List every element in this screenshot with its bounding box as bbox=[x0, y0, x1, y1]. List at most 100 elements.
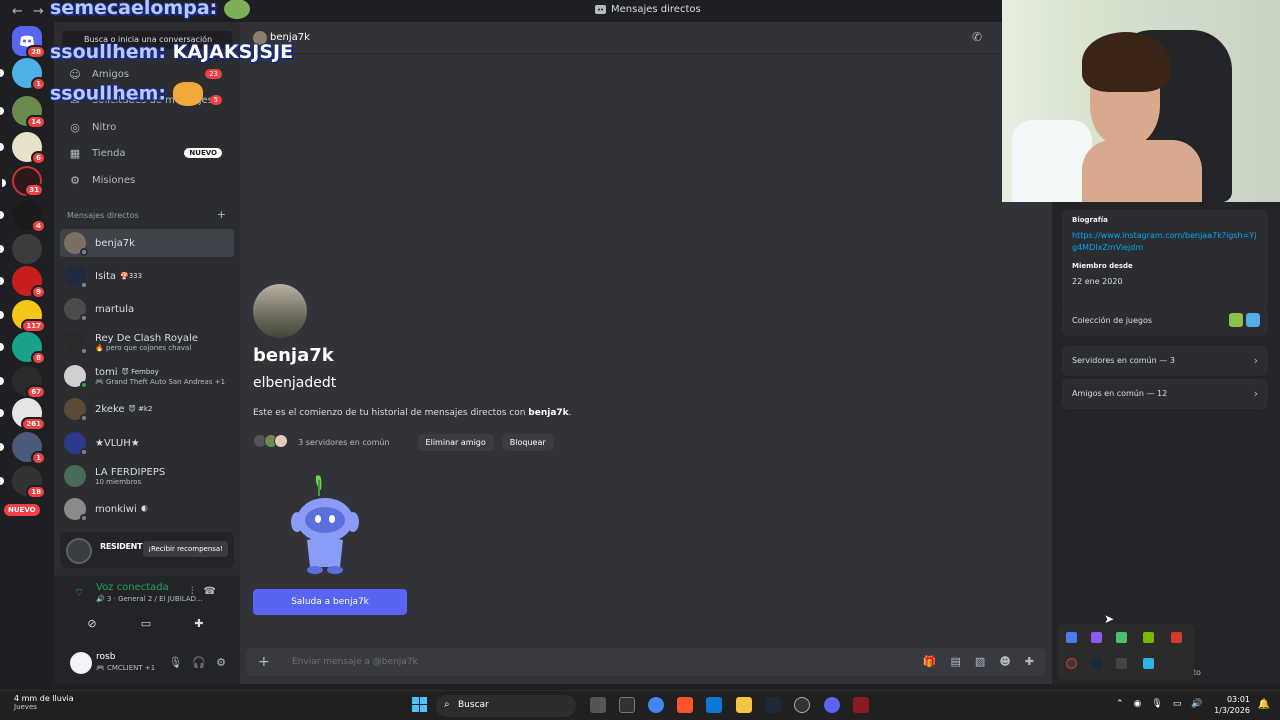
game-collection-row[interactable]: Colección de juegos bbox=[1062, 306, 1268, 336]
clock-time: 03:01 bbox=[1226, 695, 1250, 704]
server-icon[interactable]: 67 bbox=[0, 366, 46, 399]
activities-icon[interactable]: ✚ bbox=[179, 614, 219, 634]
settings-gear-icon[interactable]: ⚙ bbox=[216, 656, 226, 669]
network-icon[interactable]: ◉ bbox=[1134, 699, 1152, 709]
epic-games-icon[interactable] bbox=[619, 697, 635, 713]
nvidia-icon[interactable] bbox=[1143, 632, 1154, 643]
winrar-icon[interactable] bbox=[853, 697, 869, 713]
server-icon[interactable]: 6 bbox=[0, 132, 46, 165]
dm-item[interactable]: benja7k bbox=[60, 229, 234, 257]
chat-main: benja7k ✆ benja7k elbenjadedt Este es el… bbox=[240, 22, 1052, 684]
server-icon[interactable]: 1 bbox=[0, 432, 46, 465]
dm-item[interactable]: Isita 🍄333 bbox=[60, 262, 234, 290]
voice-call-icon[interactable]: ✆ bbox=[972, 30, 982, 44]
nav-quests[interactable]: ⚙ Misiones bbox=[62, 168, 232, 192]
chevron-right-icon: › bbox=[1253, 354, 1258, 367]
chrome-icon[interactable] bbox=[648, 697, 664, 713]
camera-off-icon[interactable]: ⊘ bbox=[72, 614, 112, 634]
monitor-icon[interactable]: ▭ bbox=[1173, 699, 1192, 709]
bio-link[interactable]: https://www.instagram.com/benjaa7k?igsh=… bbox=[1072, 230, 1258, 254]
file-explorer-icon[interactable] bbox=[736, 697, 752, 713]
gif-icon[interactable]: ▤ bbox=[951, 655, 961, 668]
sticker-icon[interactable]: ▧ bbox=[975, 655, 985, 668]
remove-friend-button[interactable]: Eliminar amigo bbox=[417, 433, 494, 451]
dm-item[interactable]: LA FERDIPEPS 10 miembros bbox=[60, 462, 234, 490]
wave-button[interactable]: Saluda a benja7k bbox=[253, 589, 407, 615]
server-icon[interactable] bbox=[0, 234, 42, 264]
dm-item[interactable]: monkiwi 🌒 bbox=[60, 495, 234, 523]
windows-start-icon[interactable] bbox=[412, 697, 428, 713]
signal-icon[interactable]: ⌔ bbox=[74, 586, 84, 600]
user-avatar[interactable] bbox=[70, 652, 92, 674]
chevron-up-icon[interactable]: ⌃ bbox=[1116, 699, 1134, 709]
weather-widget[interactable]: 4 mm de lluvia Jueves bbox=[14, 694, 74, 711]
dm-item[interactable]: ★VLUH★ bbox=[60, 429, 234, 457]
mutual-friends-row[interactable]: Amigos en común — 12 › bbox=[1062, 379, 1268, 409]
status-dot bbox=[80, 347, 88, 355]
tray-app-icon[interactable] bbox=[1116, 658, 1127, 669]
block-button[interactable]: Bloquear bbox=[501, 433, 554, 451]
create-dm-plus-icon[interactable]: + bbox=[217, 208, 226, 221]
tray-app-icon[interactable] bbox=[1066, 658, 1077, 669]
screen-share-icon[interactable]: ▭ bbox=[126, 614, 166, 634]
attach-plus-icon[interactable]: + bbox=[258, 654, 270, 670]
disconnect-icon[interactable]: ☎ bbox=[204, 586, 226, 597]
dm-item[interactable]: tomi 😈 Femboy 🎮 Grand Theft Auto San Andre… bbox=[60, 362, 234, 390]
taskbar-clock[interactable]: 03:01 1/3/2026 bbox=[1214, 694, 1250, 716]
store-icon[interactable] bbox=[706, 697, 722, 713]
volume-icon[interactable]: 🔊 bbox=[1191, 699, 1212, 709]
taskbar-search-label: Buscar bbox=[458, 700, 489, 710]
status-dot bbox=[80, 414, 88, 422]
apps-icon[interactable]: ✚ bbox=[1025, 655, 1034, 668]
tray-app-icon[interactable] bbox=[1171, 632, 1182, 643]
message-input[interactable]: Enviar mensaje a @benja7k bbox=[292, 657, 418, 667]
obs-icon[interactable] bbox=[794, 697, 810, 713]
server-icon[interactable]: 18 bbox=[0, 466, 46, 499]
noise-suppression-icon[interactable]: ⫶ bbox=[191, 586, 204, 597]
taskbar-search[interactable]: ⌕ Buscar bbox=[436, 695, 576, 717]
server-icon[interactable]: 1 bbox=[0, 58, 46, 91]
tray-app-icon[interactable] bbox=[1116, 632, 1127, 643]
profile-avatar-large[interactable] bbox=[253, 284, 307, 338]
dm-item[interactable]: 2keke 😈 #k2 bbox=[60, 395, 234, 423]
steam-icon[interactable] bbox=[1091, 658, 1102, 669]
new-servers-badge[interactable]: NUEVO bbox=[4, 504, 40, 516]
discord-icon[interactable] bbox=[824, 697, 840, 713]
headphones-icon[interactable]: 🎧 bbox=[192, 656, 206, 669]
voice-channel[interactable]: 🔊 3 · General 2 / El JUBILAD... bbox=[96, 595, 203, 603]
dm-home-button[interactable]: 28 bbox=[12, 26, 46, 59]
server-icon[interactable]: 4 bbox=[0, 200, 46, 233]
tray-app-icon[interactable] bbox=[1091, 632, 1102, 643]
nav-shop[interactable]: ▦ Tienda NUEVO bbox=[62, 141, 232, 165]
mutual-servers-link[interactable]: 3 servidores en común bbox=[298, 438, 389, 447]
nav-nitro[interactable]: ◎ Nitro bbox=[62, 115, 232, 139]
claim-reward-button[interactable]: ¡Recibir recompensa! bbox=[143, 541, 228, 557]
tray-app-icon[interactable] bbox=[1066, 632, 1077, 643]
server-badge: 1 bbox=[31, 77, 46, 91]
forward-arrow-icon[interactable]: → bbox=[33, 4, 44, 19]
server-icon[interactable]: 261 bbox=[0, 398, 46, 431]
task-view-icon[interactable] bbox=[590, 697, 606, 713]
dm-activity: 🎮 Grand Theft Auto San Andreas +1 bbox=[95, 377, 226, 386]
brave-icon[interactable] bbox=[677, 697, 693, 713]
dm-item[interactable]: Rey De Clash Royale 🔥 pero que cojones ch… bbox=[60, 328, 234, 356]
emoji-icon[interactable]: ☻ bbox=[999, 655, 1010, 668]
dm-item[interactable]: martula bbox=[60, 295, 234, 323]
tray-app-icon[interactable] bbox=[1143, 658, 1154, 669]
server-icon[interactable]: 9 bbox=[0, 266, 46, 299]
server-icon[interactable]: 14 bbox=[0, 96, 46, 129]
notifications-icon[interactable]: 🔔 bbox=[1258, 699, 1270, 710]
game-icon bbox=[1246, 313, 1260, 327]
mutual-servers-row[interactable]: Servidores en común — 3 › bbox=[1062, 346, 1268, 376]
status-dot bbox=[80, 514, 88, 522]
microphone-icon[interactable]: 🎙 bbox=[168, 656, 182, 669]
server-icon[interactable]: 8 bbox=[0, 332, 46, 365]
dm-name: Isita bbox=[95, 270, 116, 282]
microphone-icon[interactable]: 🎙 bbox=[1151, 699, 1172, 709]
voice-status[interactable]: Voz conectada bbox=[96, 582, 169, 593]
gift-icon[interactable]: 🎁 bbox=[923, 655, 937, 668]
back-arrow-icon[interactable]: ← bbox=[12, 4, 23, 19]
server-icon[interactable]: 31 bbox=[2, 166, 44, 197]
server-icon[interactable]: 117 bbox=[0, 300, 46, 333]
steam-icon[interactable] bbox=[765, 697, 781, 713]
